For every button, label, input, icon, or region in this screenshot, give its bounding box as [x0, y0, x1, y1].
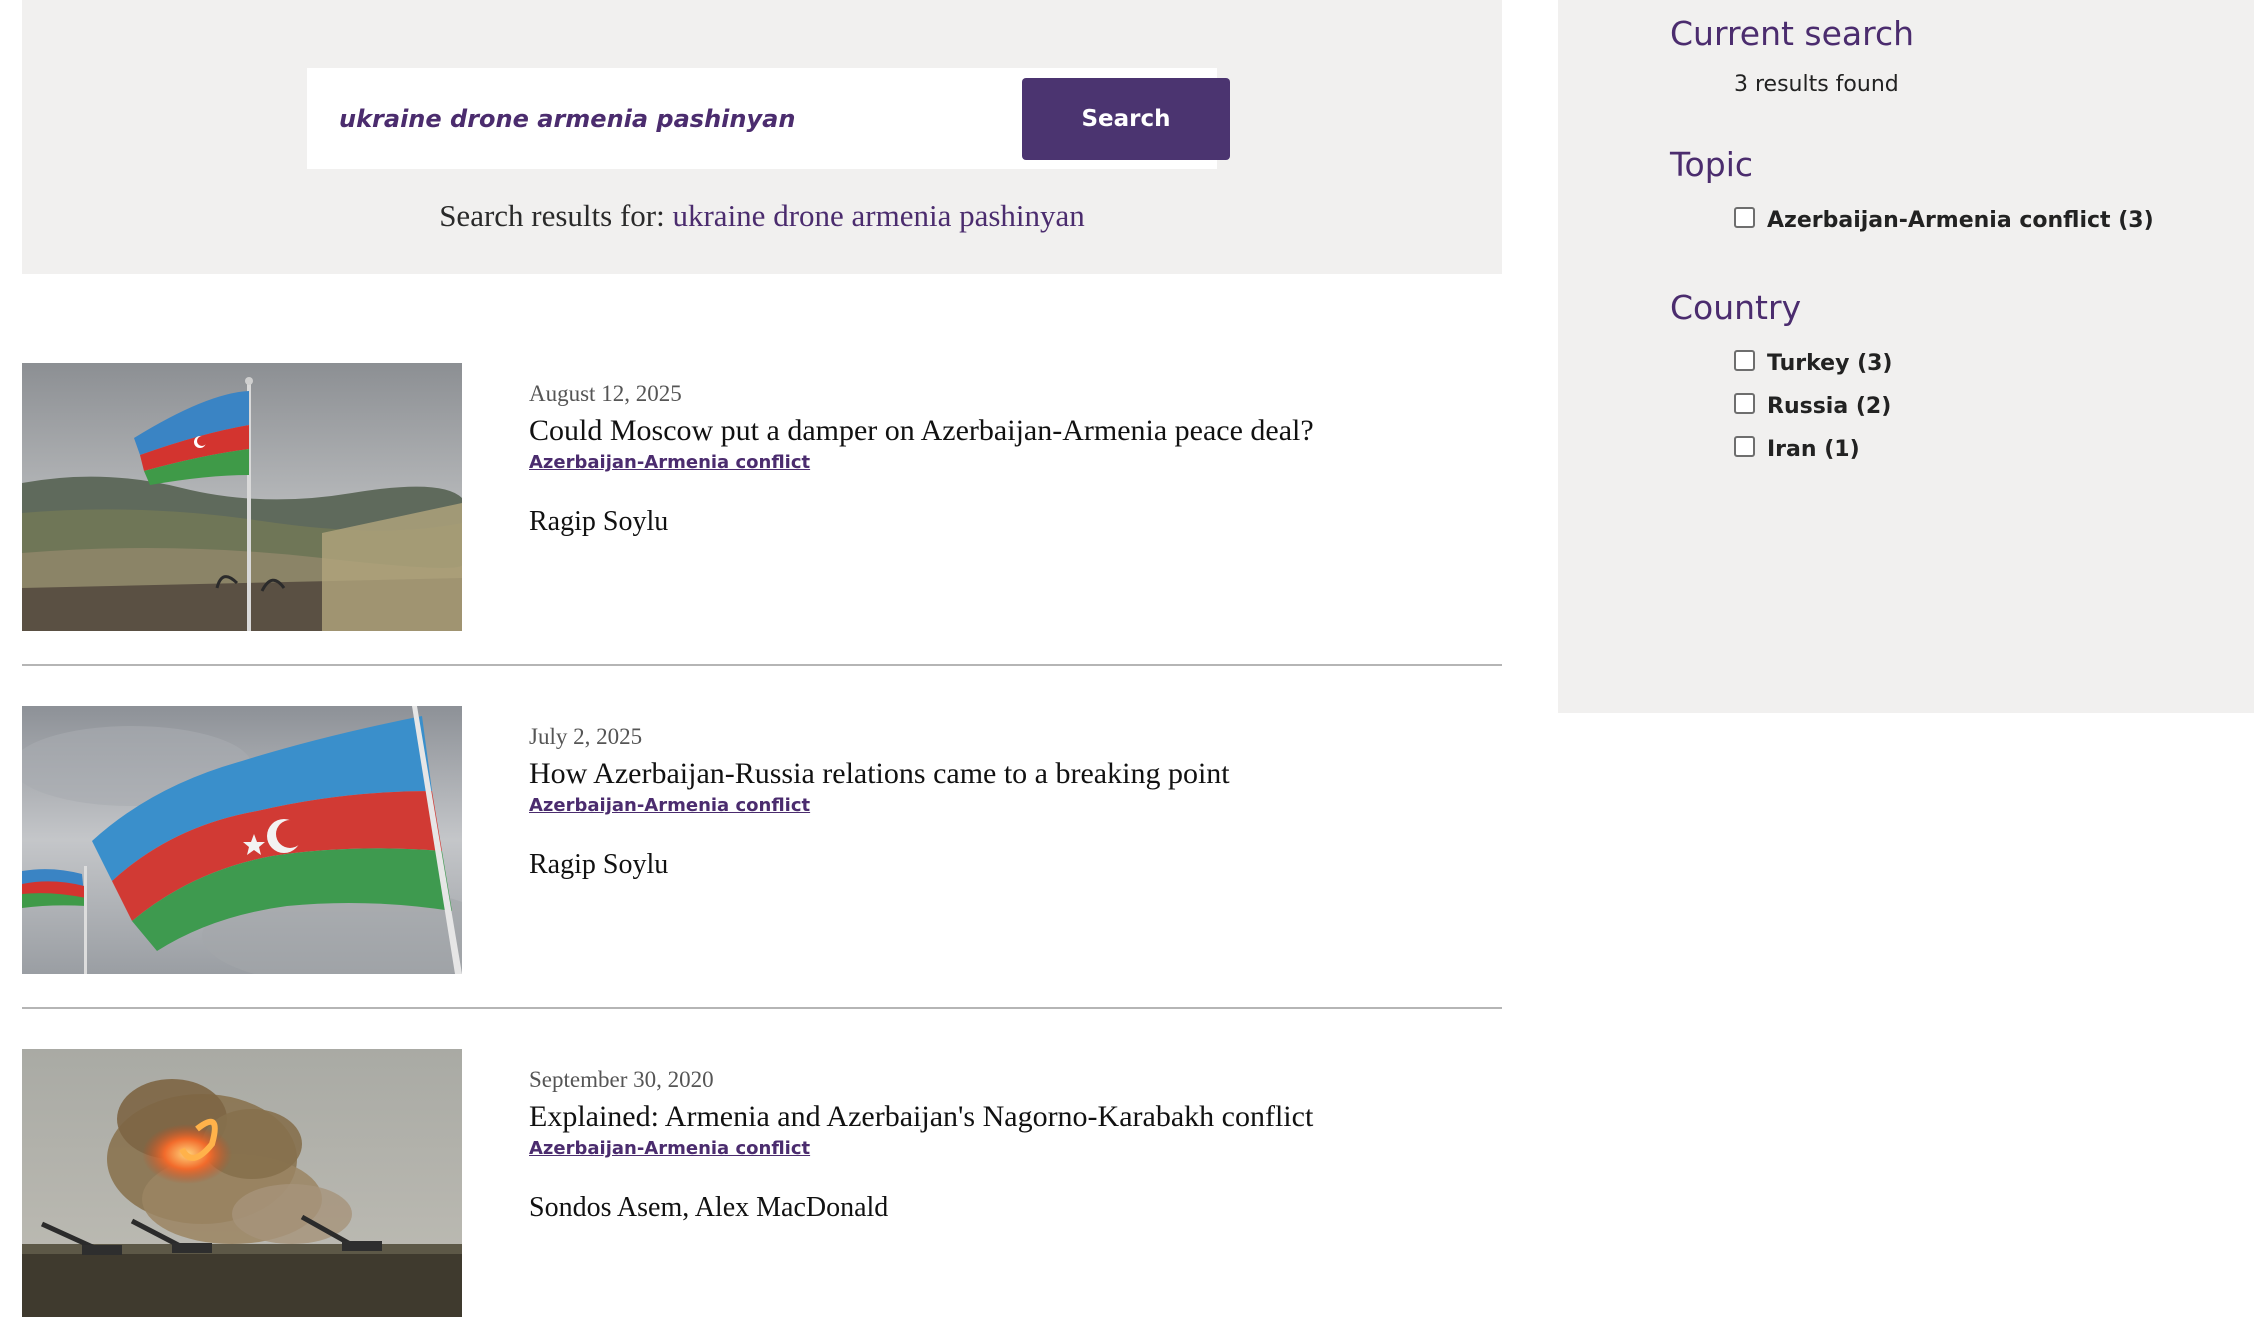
artillery-smoke-image: [22, 1049, 462, 1317]
result-date: September 30, 2020: [529, 1067, 714, 1092]
result-text: September 30, 2020 Explained: Armenia an…: [529, 1065, 1489, 1225]
result-text: July 2, 2025 How Azerbaijan-Russia relat…: [529, 722, 1489, 882]
result-item: August 12, 2025 Could Moscow put a dampe…: [22, 363, 1502, 706]
filter-sidebar: Current search 3 results found Topic Aze…: [1558, 0, 2254, 713]
topic-filter-azerbaijan-armenia[interactable]: Azerbaijan-Armenia conflict (3): [1734, 205, 2154, 235]
checkbox[interactable]: [1734, 392, 1755, 414]
search-input[interactable]: [307, 68, 1007, 169]
result-divider: [22, 1007, 1502, 1009]
search-panel: Search Search results for: ukraine drone…: [22, 0, 1502, 274]
result-topic-link[interactable]: Azerbaijan-Armenia conflict: [529, 451, 810, 475]
result-thumbnail[interactable]: [22, 706, 462, 974]
result-title-link[interactable]: How Azerbaijan-Russia relations came to …: [529, 754, 1489, 794]
result-title-link[interactable]: Could Moscow put a damper on Azerbaijan-…: [529, 411, 1489, 451]
search-button[interactable]: Search: [1022, 78, 1230, 160]
search-box: Search: [307, 68, 1230, 169]
checkbox[interactable]: [1734, 349, 1755, 371]
result-item: September 30, 2020 Explained: Armenia an…: [22, 1049, 1502, 1326]
result-thumbnail[interactable]: [22, 363, 462, 631]
results-list: August 12, 2025 Could Moscow put a dampe…: [22, 363, 1502, 1326]
flag-on-pole-image: [22, 363, 462, 631]
result-thumbnail[interactable]: [22, 1049, 462, 1317]
result-divider: [22, 664, 1502, 666]
result-author: Sondos Asem, Alex MacDonald: [529, 1192, 889, 1223]
filter-label: Iran (1): [1767, 436, 1860, 462]
waving-flag-image: [22, 706, 462, 974]
filter-label: Azerbaijan-Armenia conflict (3): [1767, 207, 2154, 233]
results-query: ukraine drone armenia pashinyan: [672, 198, 1085, 233]
country-filter-turkey[interactable]: Turkey (3): [1734, 348, 1892, 378]
result-author: Ragip Soylu: [529, 849, 669, 880]
checkbox[interactable]: [1734, 435, 1755, 457]
result-date: August 12, 2025: [529, 381, 682, 406]
country-filter-russia[interactable]: Russia (2): [1734, 391, 1891, 421]
result-item: July 2, 2025 How Azerbaijan-Russia relat…: [22, 706, 1502, 1049]
country-filter-iran[interactable]: Iran (1): [1734, 434, 1860, 464]
results-count: 3 results found: [1734, 72, 1899, 97]
results-prefix: Search results for:: [439, 198, 673, 233]
filter-label: Turkey (3): [1767, 350, 1893, 376]
filter-label: Russia (2): [1767, 393, 1892, 419]
current-search-heading: Current search: [1670, 14, 1915, 53]
result-date: July 2, 2025: [529, 724, 643, 749]
result-title-link[interactable]: Explained: Armenia and Azerbaijan's Nago…: [529, 1097, 1489, 1137]
result-text: August 12, 2025 Could Moscow put a dampe…: [529, 379, 1489, 539]
checkbox[interactable]: [1734, 206, 1755, 228]
country-heading: Country: [1670, 288, 1802, 327]
result-topic-link[interactable]: Azerbaijan-Armenia conflict: [529, 794, 810, 818]
topic-heading: Topic: [1670, 145, 1753, 184]
result-author: Ragip Soylu: [529, 506, 669, 537]
search-results-heading: Search results for: ukraine drone armeni…: [22, 198, 1502, 234]
result-topic-link[interactable]: Azerbaijan-Armenia conflict: [529, 1137, 810, 1161]
